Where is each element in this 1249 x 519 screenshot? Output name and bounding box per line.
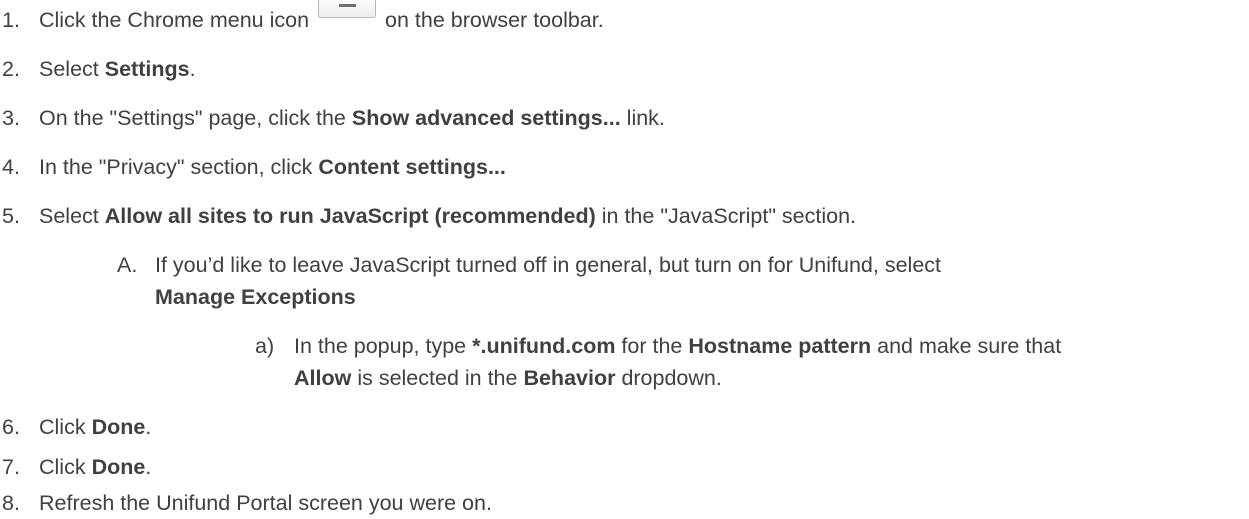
step-text: on the browser toolbar.: [385, 8, 604, 32]
hostname-value: *.unifund.com: [472, 334, 616, 358]
step-number: A.: [117, 253, 138, 277]
step-number: 1.: [2, 8, 20, 32]
allow-label: Allow: [294, 366, 352, 390]
step-5a-continued: Manage Exceptions: [155, 284, 356, 310]
step-text: Refresh the Unifund Portal screen you we…: [39, 491, 492, 515]
allow-javascript-label: Allow all sites to run JavaScript (recom…: [104, 204, 596, 228]
step-number: a): [255, 334, 275, 358]
done-label: Done: [91, 415, 146, 439]
step-number: 4.: [2, 155, 20, 179]
step-number: 6.: [2, 415, 20, 439]
content-settings-label: Content settings...: [318, 155, 506, 179]
step-5a-a-continued: Allow is selected in the Behavior dropdo…: [294, 366, 722, 390]
step-number: 7.: [2, 455, 20, 479]
chrome-menu-icon: [318, 0, 376, 18]
settings-label: Settings: [104, 57, 190, 81]
step-number: 5.: [2, 204, 20, 228]
manage-exceptions-label: Manage Exceptions: [155, 285, 356, 309]
step-number: 3.: [2, 106, 20, 130]
behavior-label: Behavior: [523, 366, 616, 390]
step-number: 2.: [2, 57, 20, 81]
hostname-pattern-label: Hostname pattern: [688, 334, 872, 358]
step-text: If you’d like to leave JavaScript turned…: [155, 253, 941, 277]
step-number: 8.: [2, 491, 20, 515]
done-label: Done: [91, 455, 146, 479]
step-text: Click the Chrome menu icon: [39, 8, 310, 32]
show-advanced-label: Show advanced settings...: [351, 106, 621, 130]
